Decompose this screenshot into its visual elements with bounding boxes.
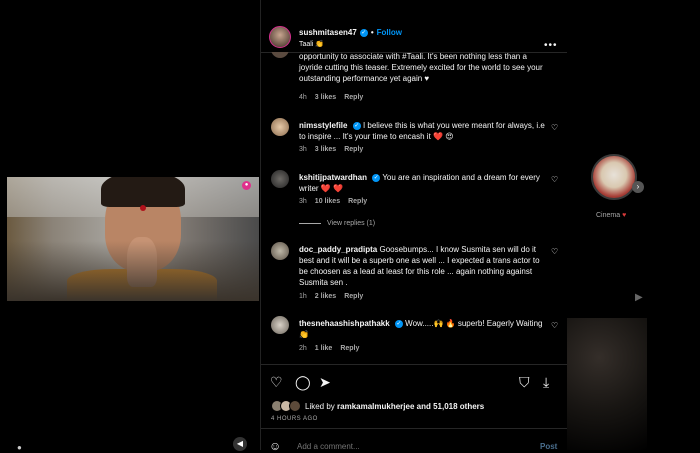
follow-button[interactable]: Follow [377, 28, 402, 37]
comment-time: 4h [299, 94, 307, 101]
comment-body: kshitijpatwardhan ✓ You are an inspirati… [299, 172, 547, 194]
save-icon[interactable]: ⛉ [519, 374, 530, 391]
comment-likes[interactable]: 3 likes [315, 146, 336, 153]
avatar[interactable] [271, 52, 289, 58]
avatar [289, 400, 301, 412]
comment-body: nimsstylefile ✓ I believe this is what y… [299, 120, 547, 142]
heart-icon[interactable]: ♡ [551, 175, 558, 184]
heart-icon: ♥ [622, 212, 627, 219]
post-actions: ♡ ◯ ➤ ⛉ ⤓ [261, 368, 568, 398]
download-icon[interactable]: ⤓ [543, 374, 549, 391]
post-video[interactable]: ● [7, 177, 259, 301]
video-crowd [7, 241, 259, 301]
replies-line [299, 222, 321, 224]
video-figure-hair [101, 177, 185, 207]
comment-meta: 2h 1 like Reply [299, 345, 367, 352]
comment-body: doc_paddy_pradipta Goosebumps... I know … [299, 244, 547, 288]
comment-likes[interactable]: 2 likes [315, 293, 336, 300]
view-replies-label: View replies (1) [327, 220, 376, 227]
view-replies-button[interactable]: View replies (1) [299, 220, 375, 227]
comment-text: opportunity to associate with #Taali. It… [299, 52, 543, 83]
verified-icon: ✓ [394, 319, 403, 328]
actions-divider [261, 364, 568, 365]
comment-time: 1h [299, 293, 307, 300]
comment-username[interactable]: doc_paddy_pradipta [299, 245, 377, 254]
heart-icon[interactable]: ♡ [551, 247, 558, 256]
media-area: ● ● ◀ [0, 0, 260, 452]
reply-button[interactable]: Reply [348, 198, 367, 205]
heart-icon[interactable]: ♡ [270, 374, 283, 391]
post-username[interactable]: sushmitasen47 [299, 28, 357, 37]
comment-icon[interactable]: ◯ [295, 374, 311, 391]
avatar[interactable] [271, 242, 289, 260]
post-audio-subtitle[interactable]: Taali 👏 [299, 40, 324, 48]
likes-summary: Liked by ramkamalmukherjee and 51,018 ot… [261, 398, 568, 414]
likes-count[interactable]: and 51,018 others [417, 402, 485, 411]
comment-likes[interactable]: 1 like [315, 345, 333, 352]
likes-text: Liked by ramkamalmukherjee and 51,018 ot… [305, 402, 484, 411]
audio-icon[interactable]: ◀ [233, 437, 247, 451]
comment-time: 3h [299, 146, 307, 153]
comments-list: opportunity to associate with #Taali. It… [261, 52, 568, 360]
comment-likes[interactable]: 10 likes [315, 198, 340, 205]
comment-meta: 3h 3 likes Reply [299, 146, 371, 153]
comment-meta: 4h 3 likes Reply [299, 94, 371, 101]
avatar[interactable] [269, 26, 291, 48]
chevron-right-icon[interactable]: › [632, 181, 644, 193]
reply-button[interactable]: Reply [344, 293, 363, 300]
heart-icon[interactable]: ♡ [551, 123, 558, 132]
comment-time: 3h [299, 198, 307, 205]
post-timestamp: 4 HOURS AGO [271, 416, 318, 422]
right-sidebar: › Cinema ♥ ▶ [567, 0, 700, 450]
post-username-row: sushmitasen47 ✓ • Follow [299, 28, 402, 37]
comment-likes[interactable]: 3 likes [315, 94, 336, 101]
comment-time: 2h [299, 345, 307, 352]
emoji-icon[interactable]: ☺ [269, 439, 281, 453]
background-photo [567, 318, 647, 450]
play-icon[interactable]: ▶ [635, 292, 643, 303]
liked-by-prefix: Liked by [305, 402, 335, 411]
comment-body: thesnehaashishpathakk ✓ Wow.....🙌 🔥 supe… [299, 318, 547, 340]
story-label: Cinema ♥ [596, 212, 626, 219]
verified-icon: ✓ [372, 173, 381, 182]
channel-logo-icon: ● [242, 181, 251, 190]
reply-button[interactable]: Reply [344, 94, 363, 101]
avatar[interactable] [271, 316, 289, 334]
heart-icon[interactable]: ♡ [551, 321, 558, 330]
separator-dot: • [370, 28, 374, 37]
comment-input[interactable] [295, 441, 499, 452]
post-panel: sushmitasen47 ✓ • Follow Taali 👏 ••• opport… [260, 0, 568, 453]
verified-icon: ✓ [352, 121, 361, 130]
add-comment-row: ☺ Post [261, 428, 568, 453]
comment-meta: 3h 10 likes Reply [299, 198, 375, 205]
story-thumbnail[interactable] [591, 154, 637, 200]
reply-button[interactable]: Reply [340, 345, 359, 352]
post-header: sushmitasen47 ✓ • Follow Taali 👏 ••• [261, 14, 568, 54]
comment-meta: 1h 2 likes Reply [299, 293, 371, 300]
comment-username[interactable]: kshitijpatwardhan [299, 173, 367, 182]
avatar[interactable] [271, 118, 289, 136]
avatar[interactable] [271, 170, 289, 188]
story-label-text: Cinema [596, 212, 621, 219]
person-icon: ● [17, 443, 22, 452]
reply-button[interactable]: Reply [344, 146, 363, 153]
comment-username[interactable]: nimsstylefile [299, 121, 347, 130]
comment-username[interactable]: thesnehaashishpathakk [299, 319, 390, 328]
verified-icon: ✓ [359, 28, 368, 37]
more-icon[interactable]: ••• [544, 40, 558, 51]
share-icon[interactable]: ➤ [319, 374, 331, 391]
liker-username[interactable]: ramkamalmukherjee [337, 402, 414, 411]
video-figure-bindi [140, 205, 146, 211]
